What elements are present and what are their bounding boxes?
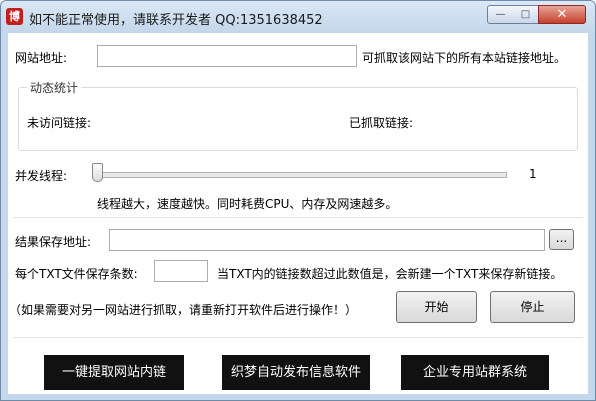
per-file-count-label: 每个TXT文件保存条数:	[15, 267, 138, 281]
title-bar[interactable]: 博 如不能正常使用，请联系开发者 QQ:1351638452 — □ ✕	[1, 1, 595, 33]
unvisited-links-label: 未访问链接:	[27, 116, 92, 130]
close-button[interactable]: ✕	[538, 5, 586, 24]
stats-group: 动态统计 未访问链接: 已抓取链接:	[18, 79, 578, 151]
app-icon: 博	[6, 8, 23, 25]
save-path-input[interactable]	[109, 229, 545, 251]
window-title: 如不能正常使用，请联系开发者 QQ:1351638452	[29, 13, 323, 28]
maximize-button[interactable]: □	[513, 5, 539, 24]
threads-label: 并发线程:	[15, 169, 68, 183]
captured-links-label: 已抓取链接:	[349, 116, 414, 130]
per-file-count-note: 当TXT内的链接数超过此数值是，会新建一个TXT来保存新链接。	[217, 267, 563, 281]
stats-group-title: 动态统计	[27, 79, 82, 96]
restart-notice: （如果需要对另一网站进行抓取，请重新打开软件后进行操作！）	[9, 303, 358, 317]
promo-site-group-system-button[interactable]: 企业专用站群系统	[401, 355, 549, 390]
promo-dedecms-publisher-button[interactable]: 织梦自动发布信息软件	[222, 355, 370, 390]
threads-slider-track[interactable]	[97, 172, 507, 178]
minimize-button[interactable]: —	[487, 5, 514, 24]
threads-note: 线程越大，速度越快。同时耗费CPU、内存及网速越多。	[97, 197, 398, 211]
url-hint: 可抓取该网站下的所有本站链接地址。	[362, 51, 567, 65]
browse-button[interactable]: ...	[549, 229, 574, 250]
stop-button[interactable]: 停止	[490, 291, 575, 323]
app-window: 博 如不能正常使用，请联系开发者 QQ:1351638452 — □ ✕ 网站地…	[0, 0, 596, 401]
bottom-separator	[13, 337, 583, 338]
promo-extract-internal-links-button[interactable]: 一键提取网站内链	[44, 355, 184, 390]
separator	[13, 217, 583, 218]
threads-value: 1	[529, 167, 537, 181]
url-input[interactable]	[97, 45, 357, 67]
client-area: 网站地址: 可抓取该网站下的所有本站链接地址。 动态统计 未访问链接: 已抓取链…	[8, 33, 588, 394]
start-button[interactable]: 开始	[396, 291, 477, 323]
save-path-label: 结果保存地址:	[15, 235, 92, 249]
url-label: 网站地址:	[15, 51, 68, 65]
threads-slider-thumb[interactable]	[92, 163, 103, 182]
per-file-count-input[interactable]	[154, 260, 208, 282]
